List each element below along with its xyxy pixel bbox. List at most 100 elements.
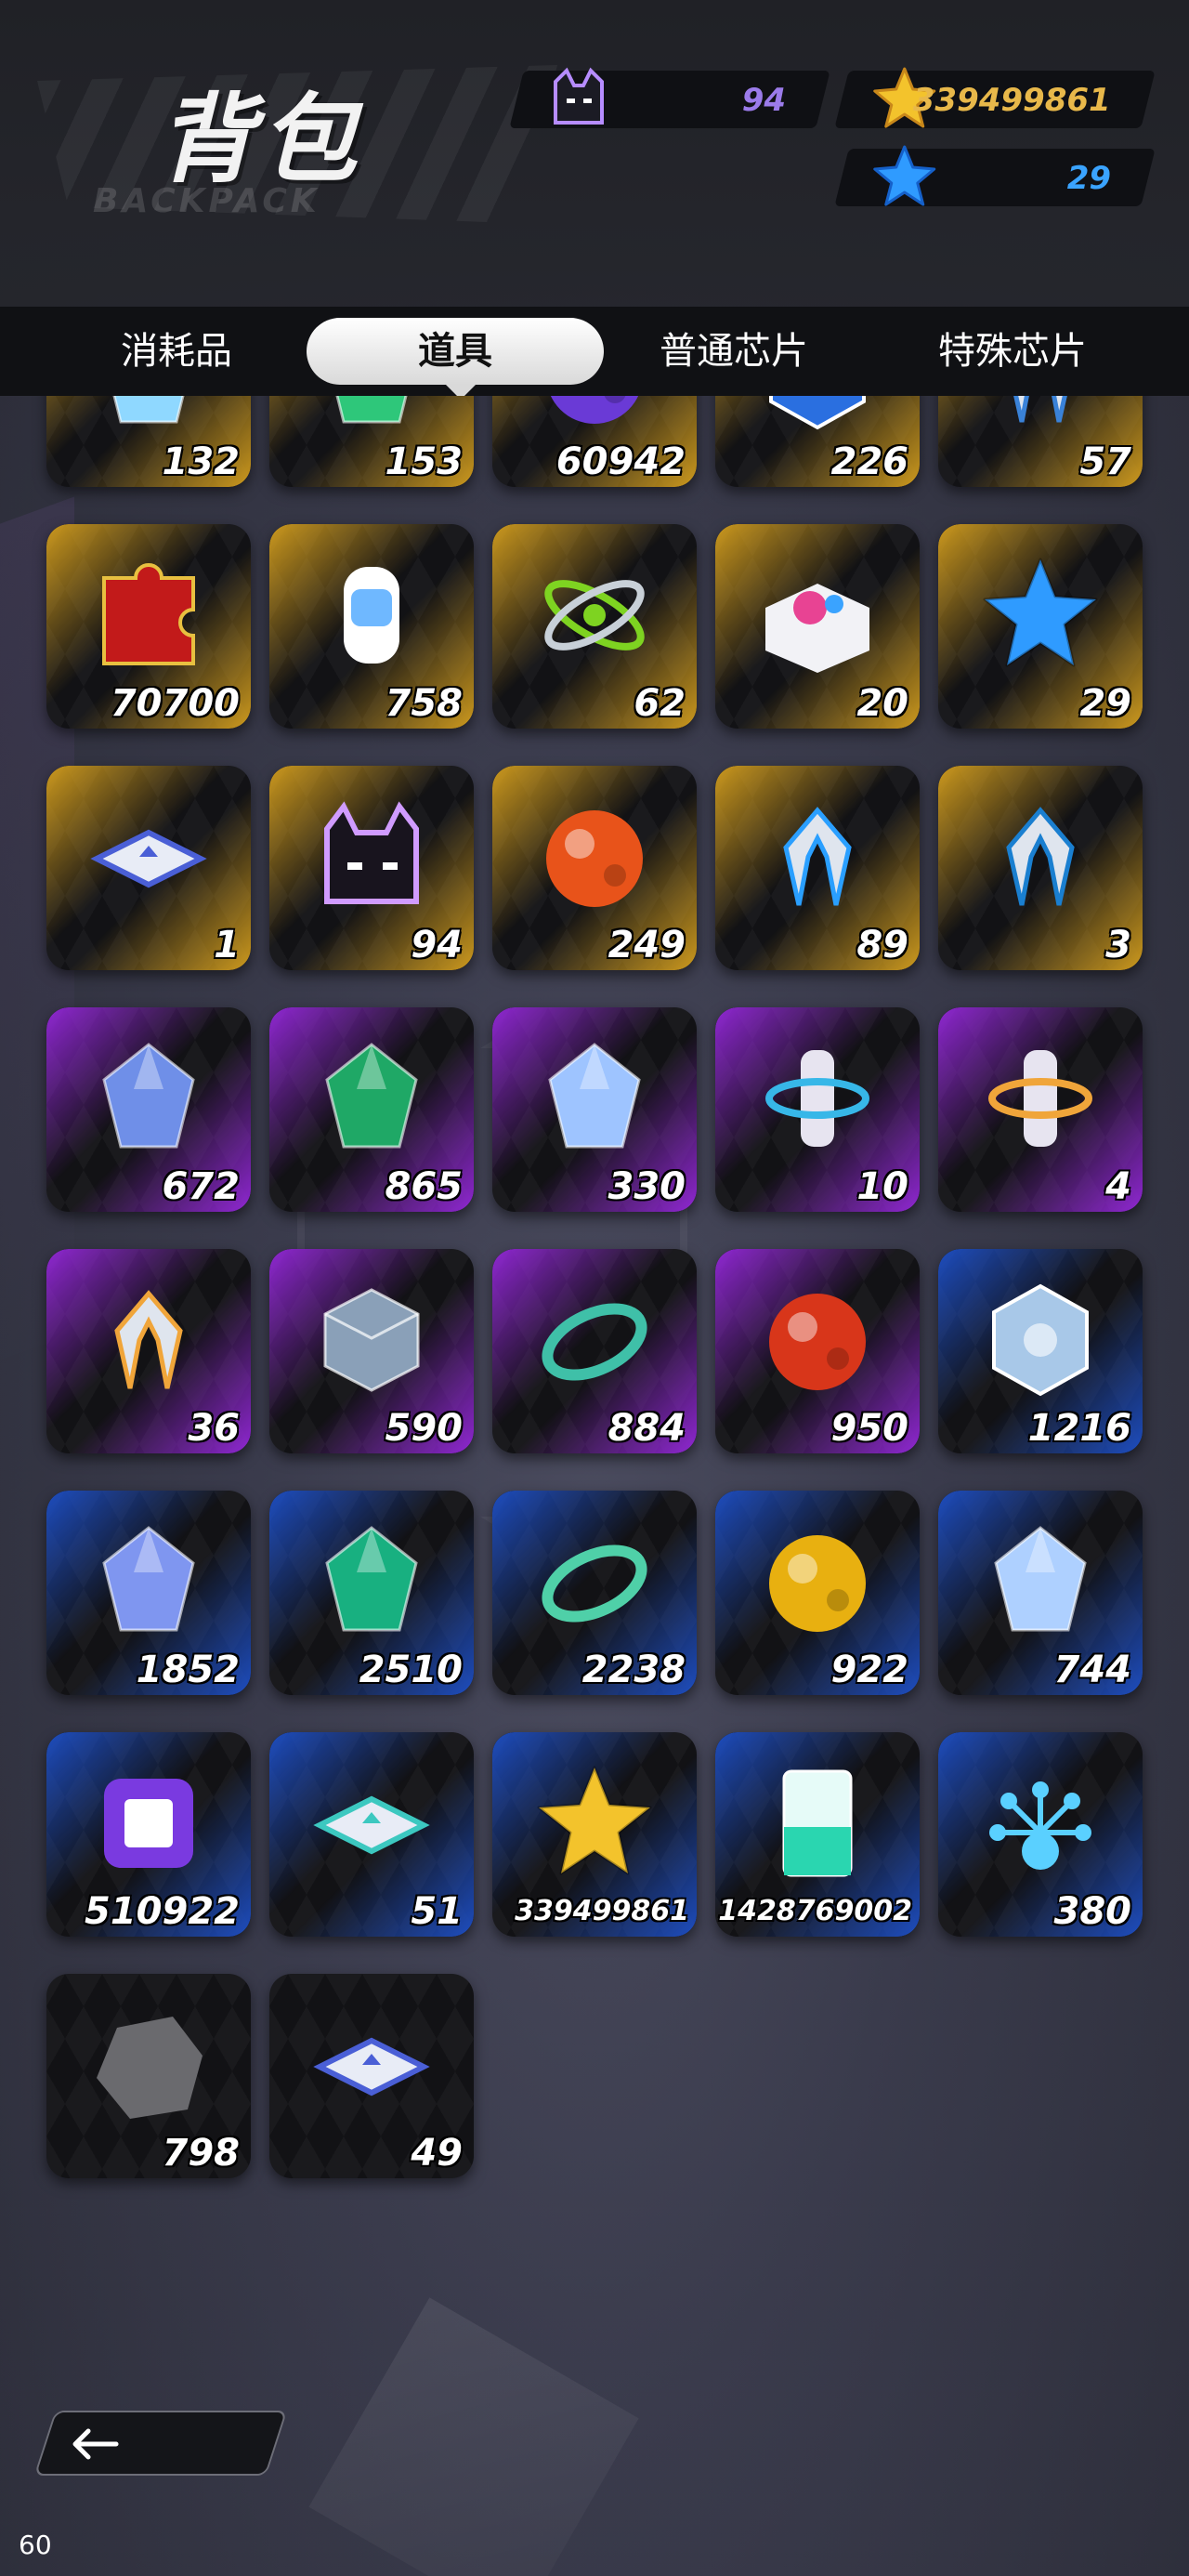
item-count: 89 [856, 924, 908, 966]
robot-capsule-icon [307, 550, 437, 680]
currency-cat-coin: 94 [509, 67, 830, 128]
orange-canister-icon [975, 1033, 1105, 1163]
item-count: 62 [634, 682, 686, 725]
item-count: 380 [1053, 1890, 1132, 1933]
crystal-shards-icon [529, 1033, 660, 1163]
item-slot[interactable]: 339499861 [492, 1732, 697, 1937]
item-count: 94 [411, 924, 463, 966]
item-slot[interactable]: 2510 [269, 1491, 474, 1695]
tab-normal-chips[interactable]: 普通芯片 [641, 318, 827, 385]
green-gem-icon [307, 396, 437, 439]
arrow-left-icon [70, 2425, 122, 2466]
item-slot[interactable]: 2238 [492, 1491, 697, 1695]
page-subtitle: BACKPACK [93, 182, 320, 220]
item-slot[interactable]: 36 [46, 1249, 251, 1453]
crystal-flower-icon [975, 1758, 1105, 1888]
teal-rings-icon [529, 1275, 660, 1405]
ticket-card-small-icon [307, 2000, 437, 2130]
item-count: 2238 [581, 1649, 686, 1691]
ticket-card-icon [84, 792, 214, 922]
item-slot[interactable]: 1 [46, 766, 251, 970]
item-slot[interactable]: 10 [715, 1007, 920, 1212]
item-slot[interactable]: 51 [269, 1732, 474, 1937]
back-button[interactable] [33, 2411, 288, 2476]
item-slot[interactable]: 590 [269, 1249, 474, 1453]
item-count: 2510 [359, 1649, 463, 1691]
red-puzzle-icon [84, 550, 214, 680]
blue-crystal-small-icon [84, 1517, 214, 1647]
item-slot[interactable]: 70700 [46, 524, 251, 729]
item-slot[interactable]: 3 [938, 766, 1143, 970]
orange-orb-icon [529, 792, 660, 922]
item-slot[interactable]: 89 [715, 766, 920, 970]
item-slot[interactable]: 380 [938, 1732, 1143, 1937]
item-slot[interactable]: 1216 [938, 1249, 1143, 1453]
yellow-orb-icon [752, 1517, 882, 1647]
item-slot[interactable]: 884 [492, 1249, 697, 1453]
item-count: 884 [608, 1407, 686, 1450]
item-count: 249 [608, 924, 686, 966]
item-slot[interactable]: 249 [492, 766, 697, 970]
gold-star-icon [529, 1758, 660, 1888]
hex-badge-icon [975, 1275, 1105, 1405]
currency-gold-star: 339499861 [834, 67, 1156, 128]
item-slot[interactable]: 1428769002 [715, 1732, 920, 1937]
red-orb-icon [752, 1275, 882, 1405]
item-count: 226 [830, 440, 909, 483]
cat-head-icon [307, 792, 437, 922]
item-slot[interactable]: 865 [269, 1007, 474, 1212]
item-slot[interactable]: 672 [46, 1007, 251, 1212]
item-count: 1428769002 [718, 1895, 912, 1927]
green-crystal-icon [307, 1033, 437, 1163]
tab-items[interactable]: 道具 [307, 318, 604, 400]
blue-star-icon [975, 550, 1105, 680]
item-count: 10 [856, 1165, 908, 1208]
item-slot[interactable]: 57 [938, 396, 1143, 487]
item-slot[interactable]: 62 [492, 524, 697, 729]
tab-bar: 消耗品 道具 普通芯片 特殊芯片 [0, 307, 1189, 400]
item-count: 758 [385, 682, 464, 725]
atom-rings-icon [529, 550, 660, 680]
item-slot[interactable]: 510922 [46, 1732, 251, 1937]
item-slot[interactable]: 94 [269, 766, 474, 970]
green-gem-small-icon [307, 1517, 437, 1647]
item-slot[interactable]: 1852 [46, 1491, 251, 1695]
item-slot[interactable]: 950 [715, 1249, 920, 1453]
fps-counter: 60 [19, 2530, 52, 2560]
item-grid: 132 153 60942 226 57 70700 758 62 20 29 1 94 249 89 3 6… [46, 396, 1143, 2178]
item-count: 60942 [555, 440, 686, 483]
item-slot[interactable]: 132 [46, 396, 251, 487]
item-slot[interactable]: 60942 [492, 396, 697, 487]
item-slot[interactable]: 29 [938, 524, 1143, 729]
item-slot[interactable]: 744 [938, 1491, 1143, 1695]
grey-rock-icon [84, 2000, 214, 2130]
item-slot[interactable]: 798 [46, 1974, 251, 2178]
item-slot[interactable]: 758 [269, 524, 474, 729]
item-slot[interactable]: 49 [269, 1974, 474, 2178]
purple-skull-icon [529, 396, 660, 439]
currency-value: 94 [741, 82, 786, 119]
item-count: 1 [214, 924, 240, 966]
item-count: 590 [385, 1407, 464, 1450]
item-grid-viewport[interactable]: 132 153 60942 226 57 70700 758 62 20 29 1 94 249 89 3 6… [0, 396, 1189, 2403]
tab-special-chips[interactable]: 特殊芯片 [920, 318, 1105, 385]
page-title: 背包 [158, 83, 363, 196]
item-slot[interactable]: 4 [938, 1007, 1143, 1212]
item-slot[interactable]: 153 [269, 396, 474, 487]
item-slot[interactable]: 226 [715, 396, 920, 487]
item-slot[interactable]: 922 [715, 1491, 920, 1695]
item-slot[interactable]: 20 [715, 524, 920, 729]
item-count: 29 [1079, 682, 1131, 725]
mech-claw-blue-icon [752, 792, 882, 922]
item-count: 922 [830, 1649, 909, 1691]
white-claw-icon [975, 396, 1105, 439]
item-slot[interactable]: 330 [492, 1007, 697, 1212]
tab-consumables[interactable]: 消耗品 [84, 318, 269, 385]
header: 背包 BACKPACK 94 339499861 29 [0, 0, 1189, 307]
item-count: 3 [1105, 924, 1131, 966]
currency-value: 339499861 [912, 82, 1111, 119]
currency-value: 29 [1066, 160, 1111, 197]
item-count: 339499861 [515, 1895, 689, 1927]
teal-ring-icon [529, 1517, 660, 1647]
cat-coin-icon [546, 65, 611, 134]
